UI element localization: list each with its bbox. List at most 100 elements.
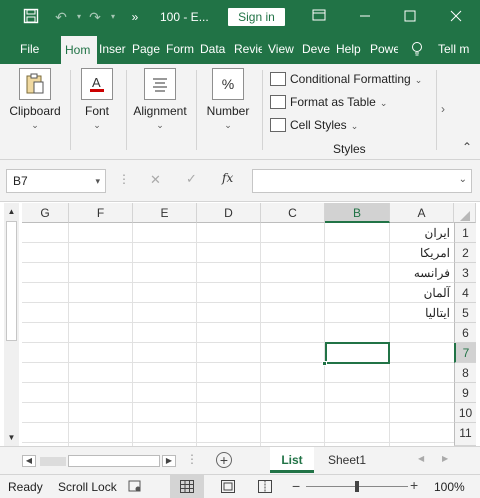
tab-data[interactable]: Data — [200, 34, 228, 64]
tab-tell-me[interactable]: Tell m — [438, 34, 480, 64]
font-group[interactable]: A Font ⌄ — [74, 68, 120, 131]
divider — [70, 70, 71, 150]
zoom-slider-thumb[interactable] — [355, 481, 359, 492]
styles-group-label: Styles — [333, 142, 366, 156]
column-header-d[interactable]: D — [197, 203, 261, 223]
zoom-out-icon[interactable]: − — [292, 478, 300, 494]
row-header[interactable]: 5 — [454, 303, 476, 323]
resize-handle-icon[interactable]: ⋮ — [118, 172, 130, 186]
ribbon-display-options-icon[interactable] — [310, 8, 328, 26]
insert-function-icon[interactable]: fx — [222, 171, 233, 185]
divider — [436, 70, 437, 150]
alignment-group[interactable]: Alignment ⌄ — [130, 68, 190, 131]
font-icon: A — [81, 68, 113, 100]
column-header-e[interactable]: E — [133, 203, 197, 223]
column-header-a[interactable]: A — [390, 203, 454, 223]
fill-handle[interactable] — [322, 361, 327, 366]
row-header[interactable]: 4 — [454, 283, 476, 303]
cell-a3[interactable]: فرانسه — [390, 263, 454, 283]
enter-icon[interactable]: ✓ — [186, 171, 197, 187]
resize-handle-icon[interactable]: ⋮ — [186, 452, 198, 466]
tab-page-layout[interactable]: Page — [132, 34, 160, 64]
more-commands-icon[interactable]: » — [126, 8, 144, 26]
tab-developer[interactable]: Deve — [302, 34, 330, 64]
undo-icon[interactable]: ↶ — [52, 8, 70, 26]
tab-review[interactable]: Revie — [234, 34, 262, 64]
row-header[interactable]: 6 — [454, 323, 476, 343]
scrollbar-thumb[interactable] — [6, 221, 17, 341]
row-header[interactable]: 10 — [454, 403, 476, 423]
tab-insert[interactable]: Inser — [99, 34, 128, 64]
save-icon[interactable] — [22, 8, 40, 26]
row-header[interactable]: 11 — [454, 423, 476, 446]
name-box[interactable]: B7 ▾ — [6, 169, 106, 193]
horizontal-scroll-track[interactable] — [40, 457, 66, 466]
maximize-icon[interactable] — [401, 8, 419, 26]
sheet-tab-sheet1[interactable]: Sheet1 — [318, 447, 376, 473]
tab-view[interactable]: View — [268, 34, 296, 64]
document-title: 100 - E... — [160, 10, 209, 24]
scroll-left-icon[interactable]: ◀ — [22, 455, 36, 467]
close-icon[interactable] — [447, 8, 465, 26]
lightbulb-icon[interactable] — [406, 34, 428, 64]
column-header-b[interactable]: B — [325, 203, 390, 223]
zoom-level[interactable]: 100% — [434, 480, 465, 494]
horizontal-scrollbar-thumb[interactable] — [68, 455, 160, 467]
new-sheet-icon[interactable]: + — [216, 452, 232, 468]
tab-power[interactable]: Powe — [370, 34, 398, 64]
row-header[interactable]: 7 — [454, 343, 476, 363]
scroll-tabs-left-icon[interactable]: ◀ — [418, 454, 424, 463]
row-header[interactable]: 3 — [454, 263, 476, 283]
column-header-f[interactable]: F — [69, 203, 133, 223]
select-all-button[interactable] — [454, 203, 476, 223]
formula-input[interactable]: ⌄ — [252, 169, 472, 193]
scroll-tabs-right-icon[interactable]: ▶ — [442, 454, 448, 463]
scroll-up-icon[interactable]: ▲ — [4, 205, 19, 219]
scroll-down-icon[interactable]: ▼ — [4, 431, 19, 445]
expand-formula-bar-icon[interactable]: ⌄ — [459, 174, 467, 185]
cell-a2[interactable]: امریکا — [390, 243, 454, 263]
sheet-tab-bar: ◀ ▶ ⋮ + List Sheet1 ◀ ▶ — [0, 446, 480, 474]
cell-styles-button[interactable]: Cell Styles ⌄ — [270, 115, 358, 135]
zoom-in-icon[interactable]: + — [410, 477, 418, 493]
sheet-tab-list[interactable]: List — [270, 447, 314, 473]
row-header[interactable]: 8 — [454, 363, 476, 383]
sign-in-button[interactable]: Sign in — [228, 8, 285, 26]
collapse-ribbon-icon[interactable]: ⌃ — [462, 140, 472, 154]
cancel-icon[interactable]: ✕ — [150, 172, 161, 188]
ribbon-scroll-right-icon[interactable]: › — [441, 102, 445, 116]
active-cell-b7[interactable] — [325, 342, 390, 364]
chevron-down-icon: ⌄ — [93, 120, 101, 130]
format-as-table-button[interactable]: Format as Table ⌄ — [270, 92, 387, 112]
macro-recording-icon[interactable] — [128, 479, 142, 496]
tab-home[interactable]: Hom — [61, 36, 97, 64]
clipboard-icon — [19, 68, 51, 100]
redo-dropdown-icon[interactable]: ▾ — [104, 8, 122, 26]
chevron-down-icon: ⌄ — [379, 98, 388, 108]
clipboard-group[interactable]: Clipboard ⌄ — [4, 68, 66, 131]
row-header[interactable]: 9 — [454, 383, 476, 403]
column-header-g[interactable]: G — [22, 203, 69, 223]
cell-a1[interactable]: ایران — [390, 223, 454, 243]
ribbon: Clipboard ⌄ A Font ⌄ Alignment ⌄ % Numbe… — [0, 64, 480, 160]
scroll-right-icon[interactable]: ▶ — [162, 455, 176, 467]
tab-help[interactable]: Help — [336, 34, 364, 64]
row-header[interactable]: 1 — [454, 223, 476, 243]
column-header-c[interactable]: C — [261, 203, 325, 223]
redo-icon[interactable]: ↷ — [86, 8, 104, 26]
row-header[interactable]: 2 — [454, 243, 476, 263]
cell-styles-icon — [270, 118, 286, 132]
cell-a4[interactable]: آلمان — [390, 283, 454, 303]
page-break-preview-icon[interactable] — [258, 480, 272, 496]
tab-formulas[interactable]: Form — [166, 34, 194, 64]
tab-file[interactable]: File — [20, 34, 42, 64]
number-group[interactable]: % Number ⌄ — [200, 68, 256, 131]
conditional-formatting-button[interactable]: Conditional Formatting ⌄ — [270, 69, 422, 89]
minimize-icon[interactable] — [356, 8, 374, 26]
chevron-down-icon: ⌄ — [224, 120, 232, 130]
page-layout-view-icon[interactable] — [221, 480, 235, 496]
vertical-scrollbar[interactable]: ▲ ▼ — [4, 203, 19, 446]
cell-a5[interactable]: ایتالیا — [390, 303, 454, 323]
status-ready: Ready — [8, 480, 43, 494]
worksheet-grid[interactable]: ▲ ▼ G F E D C B A 1 2 3 4 5 6 7 8 9 10 1… — [0, 203, 480, 446]
